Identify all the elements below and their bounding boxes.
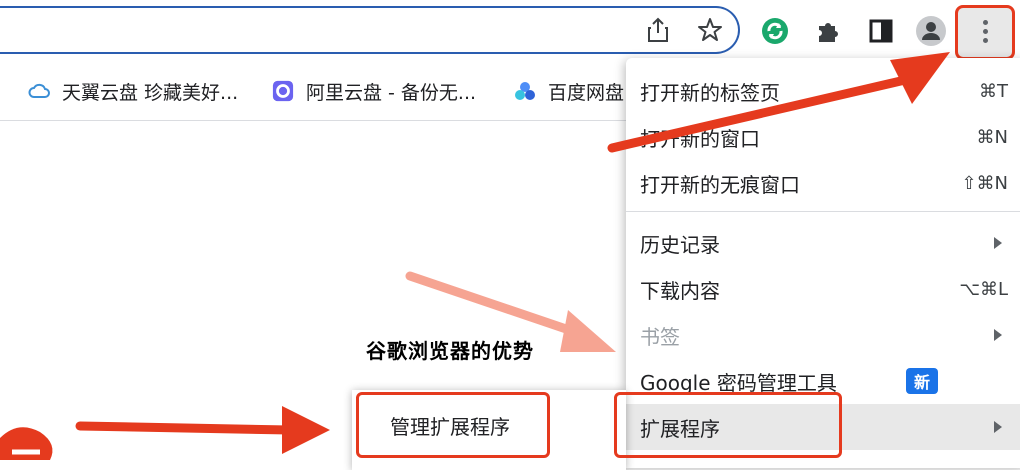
highlight-manage-extensions	[356, 392, 550, 458]
menu-item-label: 打开新的无痕窗口	[640, 172, 800, 197]
menu-item-label: 历史记录	[640, 232, 720, 257]
submenu-arrow-icon	[994, 237, 1002, 249]
shortcut-label: ⇧⌘N	[961, 172, 1008, 194]
highlight-extensions	[614, 392, 842, 458]
cloud-icon	[28, 80, 50, 102]
star-icon[interactable]	[694, 14, 726, 46]
bookmark-aliyun[interactable]: 阿里云盘 - 备份无...	[272, 76, 476, 106]
menu-item-label: 书签	[640, 324, 680, 349]
bookmark-label: 百度网盘	[548, 81, 625, 104]
menu-item-new-window[interactable]: 打开新的窗口 ⌘N	[626, 114, 1020, 160]
menu-item-history[interactable]: 历史记录	[626, 220, 1020, 266]
more-vert-icon[interactable]	[955, 5, 1015, 60]
menu-item-incognito[interactable]: 打开新的无痕窗口 ⇧⌘N	[626, 160, 1020, 206]
shortcut-label: ⌥⌘L	[959, 278, 1008, 300]
menu-item-downloads[interactable]: 下载内容 ⌥⌘L	[626, 266, 1020, 312]
submenu-arrow-icon	[994, 329, 1002, 341]
profile-icon[interactable]	[914, 14, 948, 48]
menu-divider	[626, 211, 1020, 212]
menu-item-label: 打开新的标签页	[640, 80, 780, 105]
sidepanel-icon[interactable]	[864, 14, 898, 48]
baidu-netdisk-icon	[514, 80, 536, 102]
shortcut-label: ⌘N	[976, 126, 1008, 148]
menu-item-bookmarks[interactable]: 书签	[626, 312, 1020, 358]
puzzle-icon[interactable]	[812, 14, 846, 48]
bookmark-baidu[interactable]: 百度网盘	[514, 76, 624, 106]
bookmark-tianyi[interactable]: 天翼云盘 珍藏美好...	[28, 76, 238, 106]
menu-item-label: 打开新的窗口	[640, 126, 760, 151]
bookmark-label: 阿里云盘 - 备份无...	[306, 81, 477, 104]
submenu-arrow-icon	[994, 421, 1002, 433]
extension-green-icon[interactable]	[758, 14, 792, 48]
bookmark-label: 天翼云盘 珍藏美好...	[62, 81, 239, 104]
arrow-to-manage-extensions	[75, 406, 330, 454]
browser-toolbar	[0, 0, 1020, 62]
logo-partial-icon	[0, 427, 53, 460]
menu-item-new-tab[interactable]: 打开新的标签页 ⌘T	[626, 68, 1020, 114]
aliyun-icon	[272, 80, 294, 102]
share-icon[interactable]	[642, 14, 674, 46]
caption-text: 谷歌浏览器的优势	[366, 339, 534, 363]
new-badge: 新	[906, 368, 938, 394]
menu-item-label: 下载内容	[640, 278, 720, 303]
shortcut-label: ⌘T	[979, 80, 1008, 102]
address-bar[interactable]	[0, 6, 740, 54]
